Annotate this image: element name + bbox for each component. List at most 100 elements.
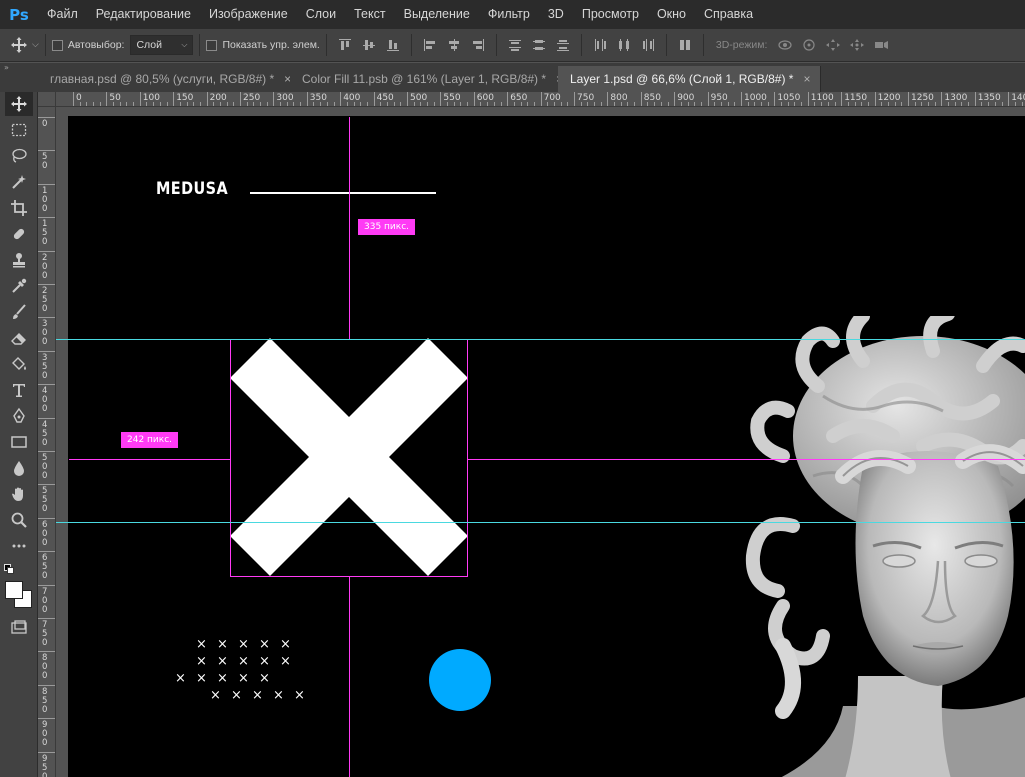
rectangle-tool[interactable] bbox=[5, 430, 33, 454]
pen-tool[interactable] bbox=[5, 404, 33, 428]
document-canvas[interactable]: MEDUSA × × × × × × × × × × × × × × × × × × × × bbox=[68, 116, 1025, 777]
marquee-tool[interactable] bbox=[5, 118, 33, 142]
ruler-v-digit: 0 bbox=[42, 604, 48, 615]
more-tools[interactable] bbox=[5, 534, 33, 558]
tab-document-1[interactable]: главная.psd @ 80,5% (услуги, RGB/8#) * × bbox=[38, 66, 303, 92]
healing-brush-tool[interactable] bbox=[5, 222, 33, 246]
ruler-major-tick bbox=[38, 217, 55, 219]
eyedropper-tool[interactable] bbox=[5, 274, 33, 298]
ruler-minor-tick bbox=[634, 102, 636, 106]
magic-wand-tool[interactable] bbox=[5, 170, 33, 194]
ruler-minor-tick bbox=[393, 102, 395, 106]
ruler-origin[interactable] bbox=[38, 92, 56, 107]
distribute-right-icon[interactable] bbox=[636, 34, 660, 56]
show-transform-checkbox[interactable] bbox=[206, 39, 218, 51]
ruler-v-digit: 0 bbox=[42, 471, 48, 481]
align-right-icon[interactable] bbox=[466, 34, 490, 56]
x-pattern-mark: × bbox=[196, 671, 207, 686]
align-hcenter-icon[interactable] bbox=[442, 34, 466, 56]
auto-align-icon[interactable] bbox=[673, 34, 697, 56]
distribute-hcenter-icon[interactable] bbox=[612, 34, 636, 56]
menu-file[interactable]: Файл bbox=[38, 0, 87, 29]
ruler-minor-tick bbox=[219, 102, 221, 106]
ruler-minor-tick bbox=[193, 102, 195, 106]
ruler-minor-tick bbox=[380, 102, 382, 106]
ruler-minor-tick bbox=[313, 102, 315, 106]
ruler-minor-tick bbox=[981, 102, 983, 106]
hand-tool[interactable] bbox=[5, 482, 33, 506]
collapse-panels-icon[interactable]: » bbox=[4, 63, 9, 72]
ruler-minor-tick bbox=[754, 102, 756, 106]
menu-select[interactable]: Выделение bbox=[395, 0, 479, 29]
align-left-icon[interactable] bbox=[418, 34, 442, 56]
x-pattern-mark: × bbox=[252, 688, 263, 703]
3d-scale-icon[interactable] bbox=[869, 34, 893, 56]
menu-view[interactable]: Просмотр bbox=[573, 0, 648, 29]
autoselect-checkbox[interactable] bbox=[51, 39, 63, 51]
distribute-top-icon[interactable] bbox=[503, 34, 527, 56]
canvas-area[interactable]: MEDUSA × × × × × × × × × × × × × × × × × × × × bbox=[56, 107, 1025, 777]
rectangle-icon bbox=[11, 436, 27, 448]
align-vcenter-icon[interactable] bbox=[357, 34, 381, 56]
ruler-minor-tick bbox=[954, 102, 956, 106]
move-tool[interactable] bbox=[5, 92, 33, 116]
foreground-color-swatch[interactable] bbox=[5, 581, 23, 599]
blue-circle-shape[interactable] bbox=[429, 649, 491, 711]
ruler-major-tick bbox=[774, 92, 776, 106]
ruler-h-label: 650 bbox=[510, 93, 528, 103]
menu-type[interactable]: Текст bbox=[345, 0, 394, 29]
3d-roll-icon[interactable] bbox=[797, 34, 821, 56]
crop-tool[interactable] bbox=[5, 196, 33, 220]
horizontal-ruler[interactable]: 0 50 100 150 200 250 300 350 400 450 500 550 600 650 7… bbox=[56, 92, 1025, 107]
clone-stamp-tool[interactable] bbox=[5, 248, 33, 272]
3d-slide-icon[interactable] bbox=[845, 34, 869, 56]
tab-document-2[interactable]: Color Fill 11.psb @ 161% (Layer 1, RGB/8… bbox=[290, 66, 575, 92]
ruler-v-digit: 0 bbox=[42, 771, 48, 777]
ruler-v-digit: 0 bbox=[42, 337, 48, 348]
photoshop-logo[interactable]: Ps bbox=[0, 0, 38, 29]
lasso-tool[interactable] bbox=[5, 144, 33, 168]
distribute-bottom-icon[interactable] bbox=[551, 34, 575, 56]
menu-edit[interactable]: Редактирование bbox=[87, 0, 200, 29]
guide-horizontal-1[interactable] bbox=[56, 339, 1025, 340]
align-top-icon[interactable] bbox=[333, 34, 357, 56]
align-bottom-icon[interactable] bbox=[381, 34, 405, 56]
ruler-minor-tick bbox=[767, 102, 769, 106]
ruler-minor-tick bbox=[834, 102, 836, 106]
default-colors-icon[interactable] bbox=[4, 564, 14, 574]
x-pattern-mark: × bbox=[238, 654, 249, 669]
measure-line-top bbox=[349, 117, 350, 339]
ruler-h-label: 750 bbox=[577, 93, 595, 103]
close-icon[interactable]: × bbox=[803, 72, 810, 86]
medusa-statue-image[interactable] bbox=[723, 316, 1025, 777]
eraser-tool[interactable] bbox=[5, 326, 33, 350]
ruler-minor-tick bbox=[1014, 102, 1016, 106]
menu-layer[interactable]: Слои bbox=[297, 0, 345, 29]
blur-tool[interactable] bbox=[5, 456, 33, 480]
menu-3d[interactable]: 3D bbox=[539, 0, 573, 29]
guide-horizontal-2[interactable] bbox=[56, 522, 1025, 523]
menu-filter[interactable]: Фильтр bbox=[479, 0, 539, 29]
paint-bucket-tool[interactable] bbox=[5, 352, 33, 376]
quick-mask-icon bbox=[11, 620, 27, 634]
brush-tool[interactable] bbox=[5, 300, 33, 324]
ruler-major-tick bbox=[38, 751, 55, 753]
distribute-vcenter-icon[interactable] bbox=[527, 34, 551, 56]
quick-mask-tool[interactable] bbox=[5, 616, 33, 640]
brand-underline bbox=[250, 192, 436, 194]
ruler-minor-tick bbox=[420, 102, 422, 106]
menu-window[interactable]: Окно bbox=[648, 0, 695, 29]
vertical-ruler[interactable]: 0501001502002503003504004505005506006507… bbox=[38, 107, 56, 777]
3d-pan-icon[interactable] bbox=[821, 34, 845, 56]
3d-orbit-icon[interactable] bbox=[773, 34, 797, 56]
tab-document-3[interactable]: Layer 1.psd @ 66,6% (Слой 1, RGB/8#) * × bbox=[558, 66, 822, 92]
type-tool[interactable] bbox=[5, 378, 33, 402]
menu-help[interactable]: Справка bbox=[695, 0, 762, 29]
ruler-minor-tick bbox=[694, 102, 696, 106]
zoom-tool[interactable] bbox=[5, 508, 33, 532]
move-tool-preset-icon[interactable]: ⌵ bbox=[10, 36, 39, 54]
menu-image[interactable]: Изображение bbox=[200, 0, 297, 29]
distribute-left-icon[interactable] bbox=[588, 34, 612, 56]
autoselect-dropdown[interactable]: Слой ⌵ bbox=[130, 35, 194, 55]
ruler-minor-tick bbox=[867, 102, 869, 106]
